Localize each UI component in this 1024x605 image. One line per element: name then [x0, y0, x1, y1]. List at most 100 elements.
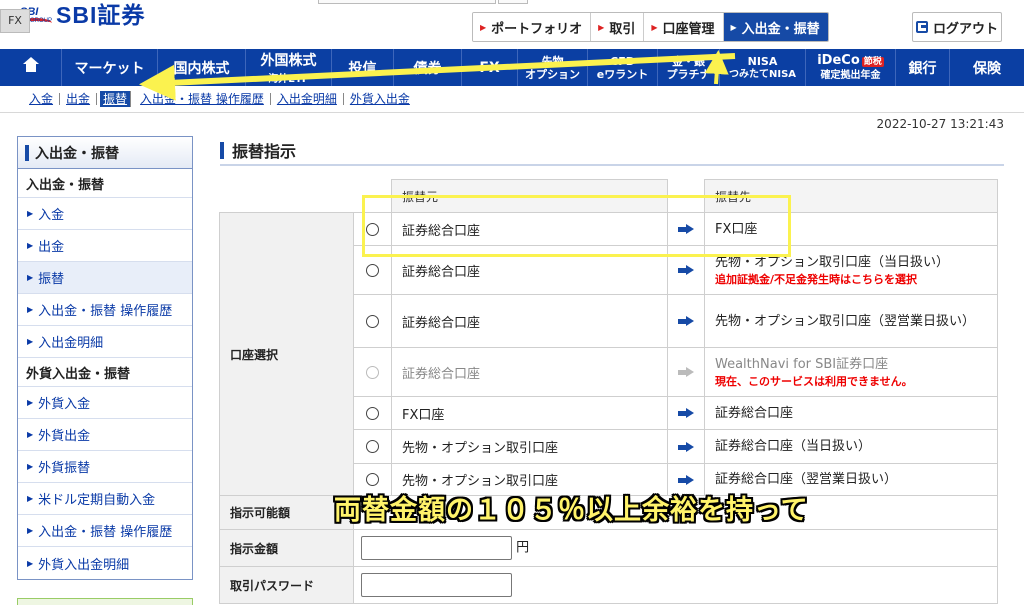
sidebar-item-fx-statement[interactable]: ▶ 外貨入出金明細: [18, 547, 192, 579]
main-nav-funds[interactable]: 投信: [332, 49, 394, 86]
logout-label: ログアウト: [932, 21, 998, 37]
sidebar-section-deposit: 入出金・振替: [18, 169, 192, 198]
main-nav-insurance[interactable]: 保険: [950, 49, 1024, 86]
page-title: 振替指示: [220, 138, 296, 162]
sidebar-item-label: 外貨入金: [38, 397, 91, 412]
main-nav-fx[interactable]: FX: [462, 49, 518, 86]
sidebar-item-fx-history[interactable]: ▶ 入出金・振替 操作履歴: [18, 515, 192, 547]
main-nav-sublabel: eワラント: [596, 67, 649, 81]
main-nav-bonds[interactable]: 債券: [394, 49, 462, 86]
main-nav-label: NISA: [747, 54, 778, 68]
sidebar-item-usd-auto-deposit[interactable]: ▶ 米ドル定期自動入金: [18, 483, 192, 515]
to-account: 先物・オプション取引口座（翌営業日扱い）: [704, 294, 998, 348]
search-button-edge[interactable]: [498, 0, 528, 4]
page-title-text: 振替指示: [232, 142, 297, 161]
radio-cell: [353, 212, 392, 246]
top-nav-trade[interactable]: ▶ 取引: [591, 13, 645, 41]
annotation-caption: 両替金額の１０５％以上余裕を持って: [334, 495, 809, 526]
main-nav-cfd[interactable]: CFD eワラント: [588, 49, 658, 86]
top-nav-label: 入出金・振替: [741, 21, 820, 37]
table-row: 取引パスワード: [219, 566, 998, 604]
fx-tag[interactable]: FX: [0, 9, 30, 33]
arrow-cell: [667, 347, 705, 397]
sbi-logo[interactable]: SBI GROUP SBI証券: [18, 0, 145, 30]
sidebar-green-banner[interactable]: [17, 598, 193, 605]
transfer-radio-6[interactable]: [366, 440, 379, 453]
sidebar-item-fx-deposit[interactable]: ▶ 外貨入金: [18, 387, 192, 419]
arrow-cell: [667, 212, 705, 246]
main-nav-label: 金・銀: [672, 54, 705, 68]
main-nav-label: 保険: [973, 60, 1001, 77]
to-account: 証券総合口座（当日扱い）: [704, 429, 998, 464]
main-nav-nisa[interactable]: NISA つみたてNISA: [720, 49, 806, 86]
main-nav-label: 外国株式: [260, 53, 317, 69]
sub-nav-foreign-currency[interactable]: 外貨入出金: [344, 93, 416, 105]
arrow-cell: [667, 294, 705, 348]
trade-password-input[interactable]: [361, 573, 512, 597]
transfer-radio-7[interactable]: [366, 473, 379, 486]
triangle-right-icon: ▶: [27, 398, 34, 407]
radio-cell: [353, 245, 392, 295]
sub-nav-deposit[interactable]: 入金: [29, 93, 61, 105]
to-account-note: 追加証拠金/不足金発生時はこちらを選択: [715, 272, 918, 286]
arrow-right-icon: [678, 367, 694, 377]
main-nav-sublabel: 確定拠出年金: [820, 69, 881, 81]
sidebar-item-statement[interactable]: ▶ 入出金明細: [18, 326, 192, 358]
home-icon: [22, 56, 39, 74]
sidebar-item-fx-withdraw[interactable]: ▶ 外貨出金: [18, 419, 192, 451]
main-nav-foreign-stock[interactable]: 外国株式海外ETF: [246, 49, 332, 86]
top-nav-label: 取引: [609, 21, 636, 37]
main-nav-futures[interactable]: 先物 オプション: [518, 49, 588, 86]
transfer-radio-3[interactable]: [366, 314, 379, 328]
main-nav-domestic-stock[interactable]: 国内株式: [158, 49, 246, 86]
sidebar-item-label: 外貨出金: [38, 429, 91, 444]
sub-nav-statement[interactable]: 入出金明細: [271, 93, 344, 105]
arrow-cell: [667, 245, 705, 295]
sidebar-item-transfer[interactable]: ▶ 振替: [18, 262, 192, 294]
main-nav-home[interactable]: [0, 49, 62, 86]
transfer-radio-2[interactable]: [366, 263, 379, 277]
transfer-radio-5[interactable]: [366, 406, 379, 420]
triangle-right-icon: ▶: [27, 430, 34, 439]
main-nav-label: 国内株式: [173, 60, 230, 77]
top-nav-portfolio[interactable]: ▶ ポートフォリオ: [473, 13, 592, 41]
logo-text: SBI証券: [56, 2, 146, 28]
triangle-right-icon: ▶: [27, 273, 34, 282]
arrow-right-icon: [678, 316, 694, 326]
top-nav-deposit-transfer[interactable]: ▶ 入出金・振替: [723, 13, 828, 41]
to-account-text: WealthNavi for SBI証券口座: [715, 356, 889, 372]
from-account: 証券総合口座: [391, 294, 668, 348]
amount-input[interactable]: [361, 536, 512, 560]
top-nav-label: ポートフォリオ: [491, 21, 583, 37]
top-nav-account[interactable]: ▶ 口座管理: [644, 13, 724, 41]
triangle-right-icon: ▶: [27, 305, 34, 314]
from-account: 先物・オプション取引口座: [391, 429, 668, 464]
triangle-right-icon: ▶: [27, 526, 34, 535]
sidebar-item-history[interactable]: ▶ 入出金・振替 操作履歴: [18, 294, 192, 326]
transfer-radio-1[interactable]: [366, 222, 379, 236]
amount-label: 指示金額: [219, 529, 354, 567]
transfer-radio-4-disabled: [366, 365, 379, 379]
main-nav-market[interactable]: マーケット: [62, 49, 158, 86]
sub-nav-withdraw[interactable]: 出金: [60, 93, 98, 105]
sidebar-item-label: 入出金明細: [38, 336, 104, 351]
main-nav-sublabel: つみたてNISA: [728, 68, 797, 80]
sub-nav-history[interactable]: 入出金・振替 操作履歴: [134, 93, 271, 105]
main-nav-label: iDeCo: [817, 52, 860, 68]
sub-nav-transfer[interactable]: 振替: [100, 91, 132, 107]
sidebar-item-deposit[interactable]: ▶ 入金: [18, 198, 192, 230]
main-nav-sublabel: 海外ETF: [268, 74, 309, 85]
top-nav-label: 口座管理: [662, 21, 715, 37]
sidebar-item-label: 入出金・振替 操作履歴: [38, 525, 173, 540]
main-nav-gold[interactable]: 金・銀 プラチナ: [658, 49, 720, 86]
col-header-to: 振替先: [704, 179, 998, 213]
radio-cell: [353, 396, 392, 430]
main-nav-bank[interactable]: 銀行: [896, 49, 950, 86]
main-nav-ideco[interactable]: iDeCo 節税 確定拠出年金: [806, 49, 896, 86]
main-nav-sublabel: プラチナ: [666, 67, 711, 81]
sidebar-item-withdraw[interactable]: ▶ 出金: [18, 230, 192, 262]
sidebar-item-fx-transfer[interactable]: ▶ 外貨振替: [18, 451, 192, 483]
arrow-right-icon: ▶: [730, 22, 737, 32]
logout-button[interactable]: ログアウト: [912, 12, 1002, 42]
search-box-edge[interactable]: [318, 0, 496, 4]
